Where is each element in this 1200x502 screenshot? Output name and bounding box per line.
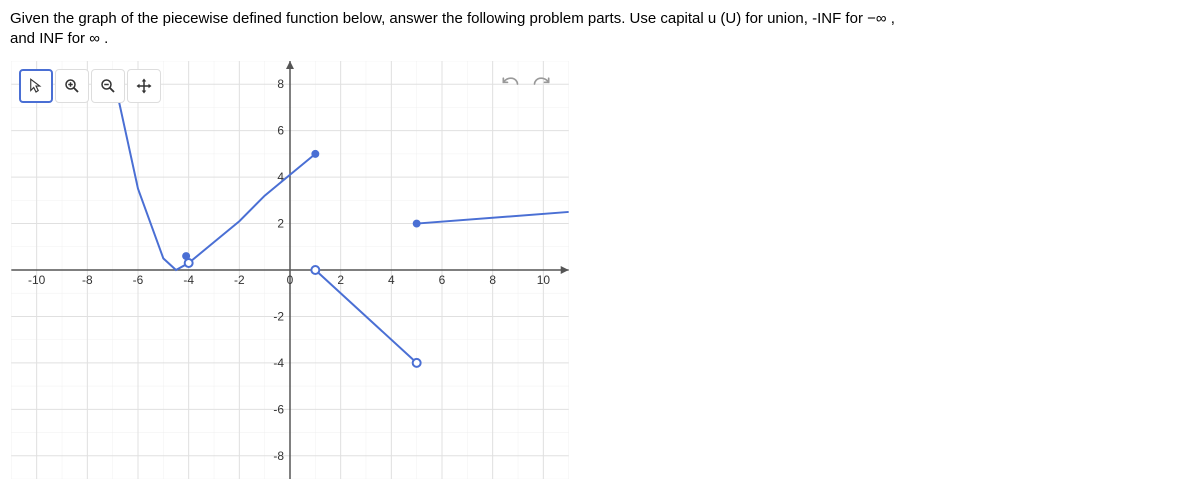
graph-container: -10-8-6-4-20246810-8-6-4-22468 [10,60,570,480]
svg-text:2: 2 [277,217,284,231]
neg-infinity-symbol: −∞ [867,10,886,27]
redo-button[interactable] [527,69,557,99]
move-button[interactable] [127,69,161,103]
undo-icon [500,74,520,94]
svg-text:10: 10 [537,273,551,287]
zoom-out-icon [99,77,117,95]
svg-text:2: 2 [337,273,344,287]
move-icon [135,77,153,95]
svg-text:0: 0 [287,273,294,287]
svg-text:6: 6 [277,124,284,138]
svg-text:-6: -6 [273,402,284,416]
cursor-button[interactable] [19,69,53,103]
svg-text:-6: -6 [133,273,144,287]
zoom-in-icon [63,77,81,95]
redo-icon [532,74,552,94]
svg-text:-2: -2 [273,309,284,323]
graph-toolbar-left [19,69,161,103]
zoom-out-button[interactable] [91,69,125,103]
problem-instruction: Given the graph of the piecewise defined… [10,5,1190,60]
svg-text:4: 4 [388,273,395,287]
infinity-symbol: ∞ [89,30,100,47]
graph-svg[interactable]: -10-8-6-4-20246810-8-6-4-22468 [11,61,569,479]
svg-text:-4: -4 [183,273,194,287]
cursor-icon [27,77,45,95]
graph-toolbar-right [495,69,557,99]
svg-text:6: 6 [439,273,446,287]
svg-text:-4: -4 [273,356,284,370]
zoom-in-button[interactable] [55,69,89,103]
svg-text:8: 8 [277,77,284,91]
instruction-text-2: , [887,10,895,27]
svg-text:-2: -2 [234,273,245,287]
axes-group [11,61,568,479]
instruction-text-4: . [100,30,108,47]
instruction-text-3: and INF for [10,30,89,47]
svg-text:8: 8 [489,273,496,287]
instruction-text-1: Given the graph of the piecewise defined… [10,10,867,27]
undo-button[interactable] [495,69,525,99]
svg-text:-10: -10 [28,273,46,287]
svg-text:-8: -8 [82,273,93,287]
svg-text:-8: -8 [273,449,284,463]
